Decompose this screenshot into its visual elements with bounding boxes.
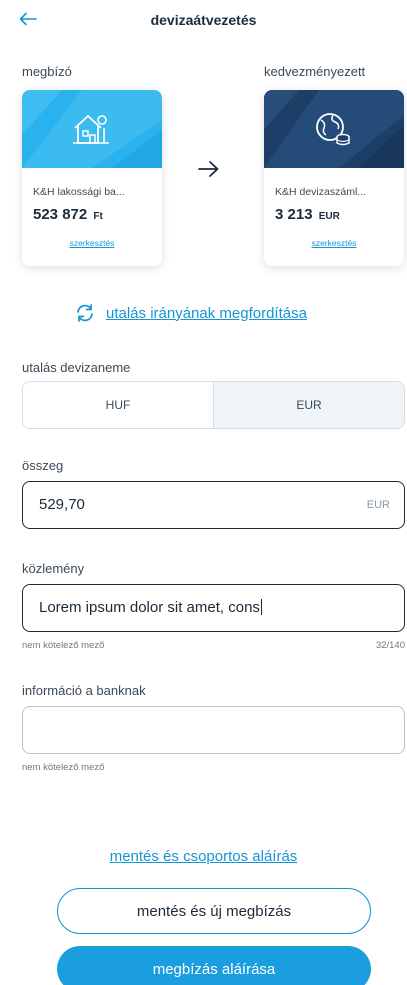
payer-balance: 523 872 Ft [33, 206, 103, 223]
payer-edit-link[interactable]: szerkesztés [22, 238, 162, 248]
beneficiary-label: kedvezményezett [264, 64, 366, 79]
payer-balance-value: 523 872 [33, 206, 88, 223]
message-counter: 32/140 [375, 640, 405, 651]
bank-info-input[interactable] [22, 706, 405, 754]
beneficiary-balance-value: 3 213 [275, 206, 313, 223]
header: devizaátvezetés [0, 0, 407, 40]
beneficiary-edit-link[interactable]: szerkesztés [264, 238, 404, 248]
message-label: közlemény [22, 561, 85, 576]
sign-order-button[interactable]: megbízás aláírása [57, 946, 371, 985]
payer-account-name: K&H lakossági ba... [33, 186, 125, 198]
beneficiary-card-banner [264, 90, 404, 168]
amount-label: összeg [22, 458, 64, 473]
swap-direction-label: utalás irányának megfordítása [106, 304, 307, 322]
refresh-icon [77, 304, 93, 322]
save-and-new-button[interactable]: mentés és új megbízás [57, 888, 371, 934]
amount-currency: EUR [366, 499, 390, 511]
payer-label: megbízó [22, 64, 72, 79]
globe-coins-icon [316, 113, 350, 146]
message-hint: nem kötelező mező [22, 640, 105, 651]
currency-option-eur[interactable]: EUR [213, 382, 404, 428]
message-input[interactable]: Lorem ipsum dolor sit amet, cons [22, 584, 405, 632]
text-cursor [260, 599, 262, 615]
transfer-page: devizaátvezetés megbízó kedvezményezett … [0, 0, 407, 985]
beneficiary-balance: 3 213 EUR [275, 206, 340, 223]
payer-card[interactable]: K&H lakossági ba... 523 872 Ft szerkeszt… [22, 90, 162, 266]
arrow-right-icon [198, 161, 219, 177]
payer-balance-currency: Ft [93, 211, 103, 222]
amount-value: 529,70 [39, 496, 85, 513]
beneficiary-card[interactable]: K&H devizaszáml... 3 213 EUR szerkesztés [264, 90, 404, 266]
page-title: devizaátvezetés [150, 12, 257, 28]
beneficiary-account-name: K&H devizaszáml... [275, 186, 367, 198]
swap-direction-button[interactable]: utalás irányának megfordítása [74, 303, 307, 323]
message-value: Lorem ipsum dolor sit amet, cons [39, 599, 262, 616]
save-group-sign-link[interactable]: mentés és csoportos aláírás [0, 848, 407, 865]
house-icon [73, 115, 109, 144]
beneficiary-balance-currency: EUR [318, 211, 340, 222]
payer-card-banner [22, 90, 162, 168]
message-text: Lorem ipsum dolor sit amet, cons [39, 599, 260, 616]
amount-input[interactable]: 529,70 EUR [22, 481, 405, 529]
bank-info-label: információ a banknak [22, 683, 146, 698]
currency-option-huf[interactable]: HUF [23, 382, 213, 428]
currency-toggle: HUF EUR [22, 381, 405, 429]
bank-info-hint: nem kötelező mező [22, 762, 105, 773]
currency-select-label: utalás devizaneme [22, 360, 131, 375]
